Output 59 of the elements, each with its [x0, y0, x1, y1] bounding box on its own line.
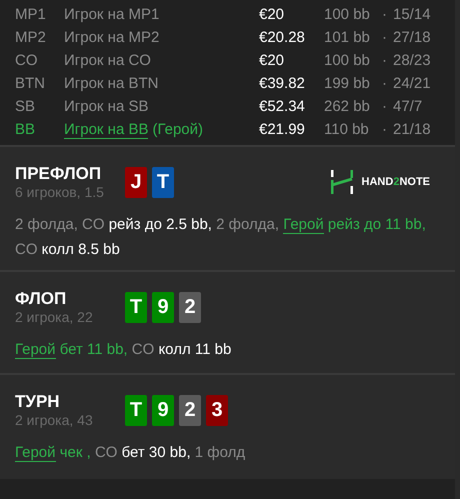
stack-amount: €20.28 [259, 29, 306, 46]
position-label: CO [14, 52, 38, 69]
street-title: ФЛОП [15, 289, 68, 309]
position-label: MP2 [14, 29, 47, 46]
position-label: BTN [14, 75, 46, 92]
player-name-link[interactable]: Игрок на SB [64, 98, 148, 115]
player-stats: 28/23 [393, 52, 431, 69]
player-stats: 15/14 [393, 6, 431, 23]
separator-dot: · [382, 29, 388, 46]
playing-card: 2 [179, 395, 201, 426]
street-title: ПРЕФЛОП [15, 164, 102, 184]
stack-amount: €39.82 [259, 75, 306, 92]
action-line: 2 фолда, CO рейз до 2.5 bb, 2 фолда, Герой рейз до 11 bb, CO колл 8.5 bb [15, 215, 427, 260]
action-line: Герой бет 11 bb, CO колл 11 bb [15, 340, 232, 361]
hero-link[interactable]: Герой [15, 444, 56, 462]
logo-text: HAND2NOTE [362, 176, 430, 188]
playing-card: 9 [152, 292, 174, 323]
player-name-link[interactable]: Игрок на BTN [64, 75, 158, 92]
player-stats: 47/7 [393, 98, 422, 115]
action-line: Герой чек , CO бет 30 bb, 1 фолд [15, 443, 246, 464]
separator-dot: · [382, 6, 388, 23]
position-label: SB [14, 98, 36, 115]
position-label: MP1 [14, 6, 47, 23]
playing-card: T [125, 395, 147, 426]
street-subtitle: 6 игроков, 1.5 [15, 184, 105, 200]
street-title: ТУРН [15, 392, 61, 412]
player-stats: 27/18 [393, 29, 431, 46]
position-label: BB [14, 121, 36, 138]
stack-bb: 110 bb [324, 121, 370, 138]
separator-dot: · [382, 75, 388, 92]
hero-link[interactable]: Герой [283, 216, 324, 234]
player-name-link[interactable]: Игрок на CO [64, 52, 151, 69]
stack-amount: €52.34 [259, 98, 306, 115]
stack-bb: 262 bb [324, 98, 371, 115]
street-subtitle: 2 игрока, 22 [15, 309, 94, 325]
stack-amount: €21.99 [259, 121, 306, 138]
player-stats: 24/21 [393, 75, 431, 92]
street-subtitle: 2 игрока, 43 [15, 412, 94, 428]
playing-card: J [125, 167, 147, 198]
hero-link[interactable]: Герой [15, 341, 56, 359]
stack-amount: €20 [259, 52, 286, 69]
player-name-link[interactable]: Игрок на MP1 [64, 6, 160, 23]
stack-bb: 199 bb [324, 75, 371, 92]
player-name-link[interactable]: Игрок на BB [64, 120, 148, 138]
hero-tag: (Герой) [152, 120, 203, 138]
stack-bb: 100 bb [324, 6, 371, 23]
player-name-link[interactable]: Игрок на MP2 [64, 29, 160, 46]
separator-dot: · [382, 98, 388, 115]
playing-card: T [125, 292, 147, 323]
stack-bb: 101 bb [324, 29, 371, 46]
separator-dot: · [382, 121, 388, 138]
player-stats: 21/18 [393, 121, 431, 138]
playing-card: 9 [152, 395, 174, 426]
stack-amount: €20 [259, 6, 286, 23]
playing-card: T [152, 167, 174, 198]
playing-card: 3 [206, 395, 228, 426]
separator-dot: · [382, 52, 388, 69]
stack-bb: 100 bb [324, 52, 371, 69]
playing-card: 2 [179, 292, 201, 323]
